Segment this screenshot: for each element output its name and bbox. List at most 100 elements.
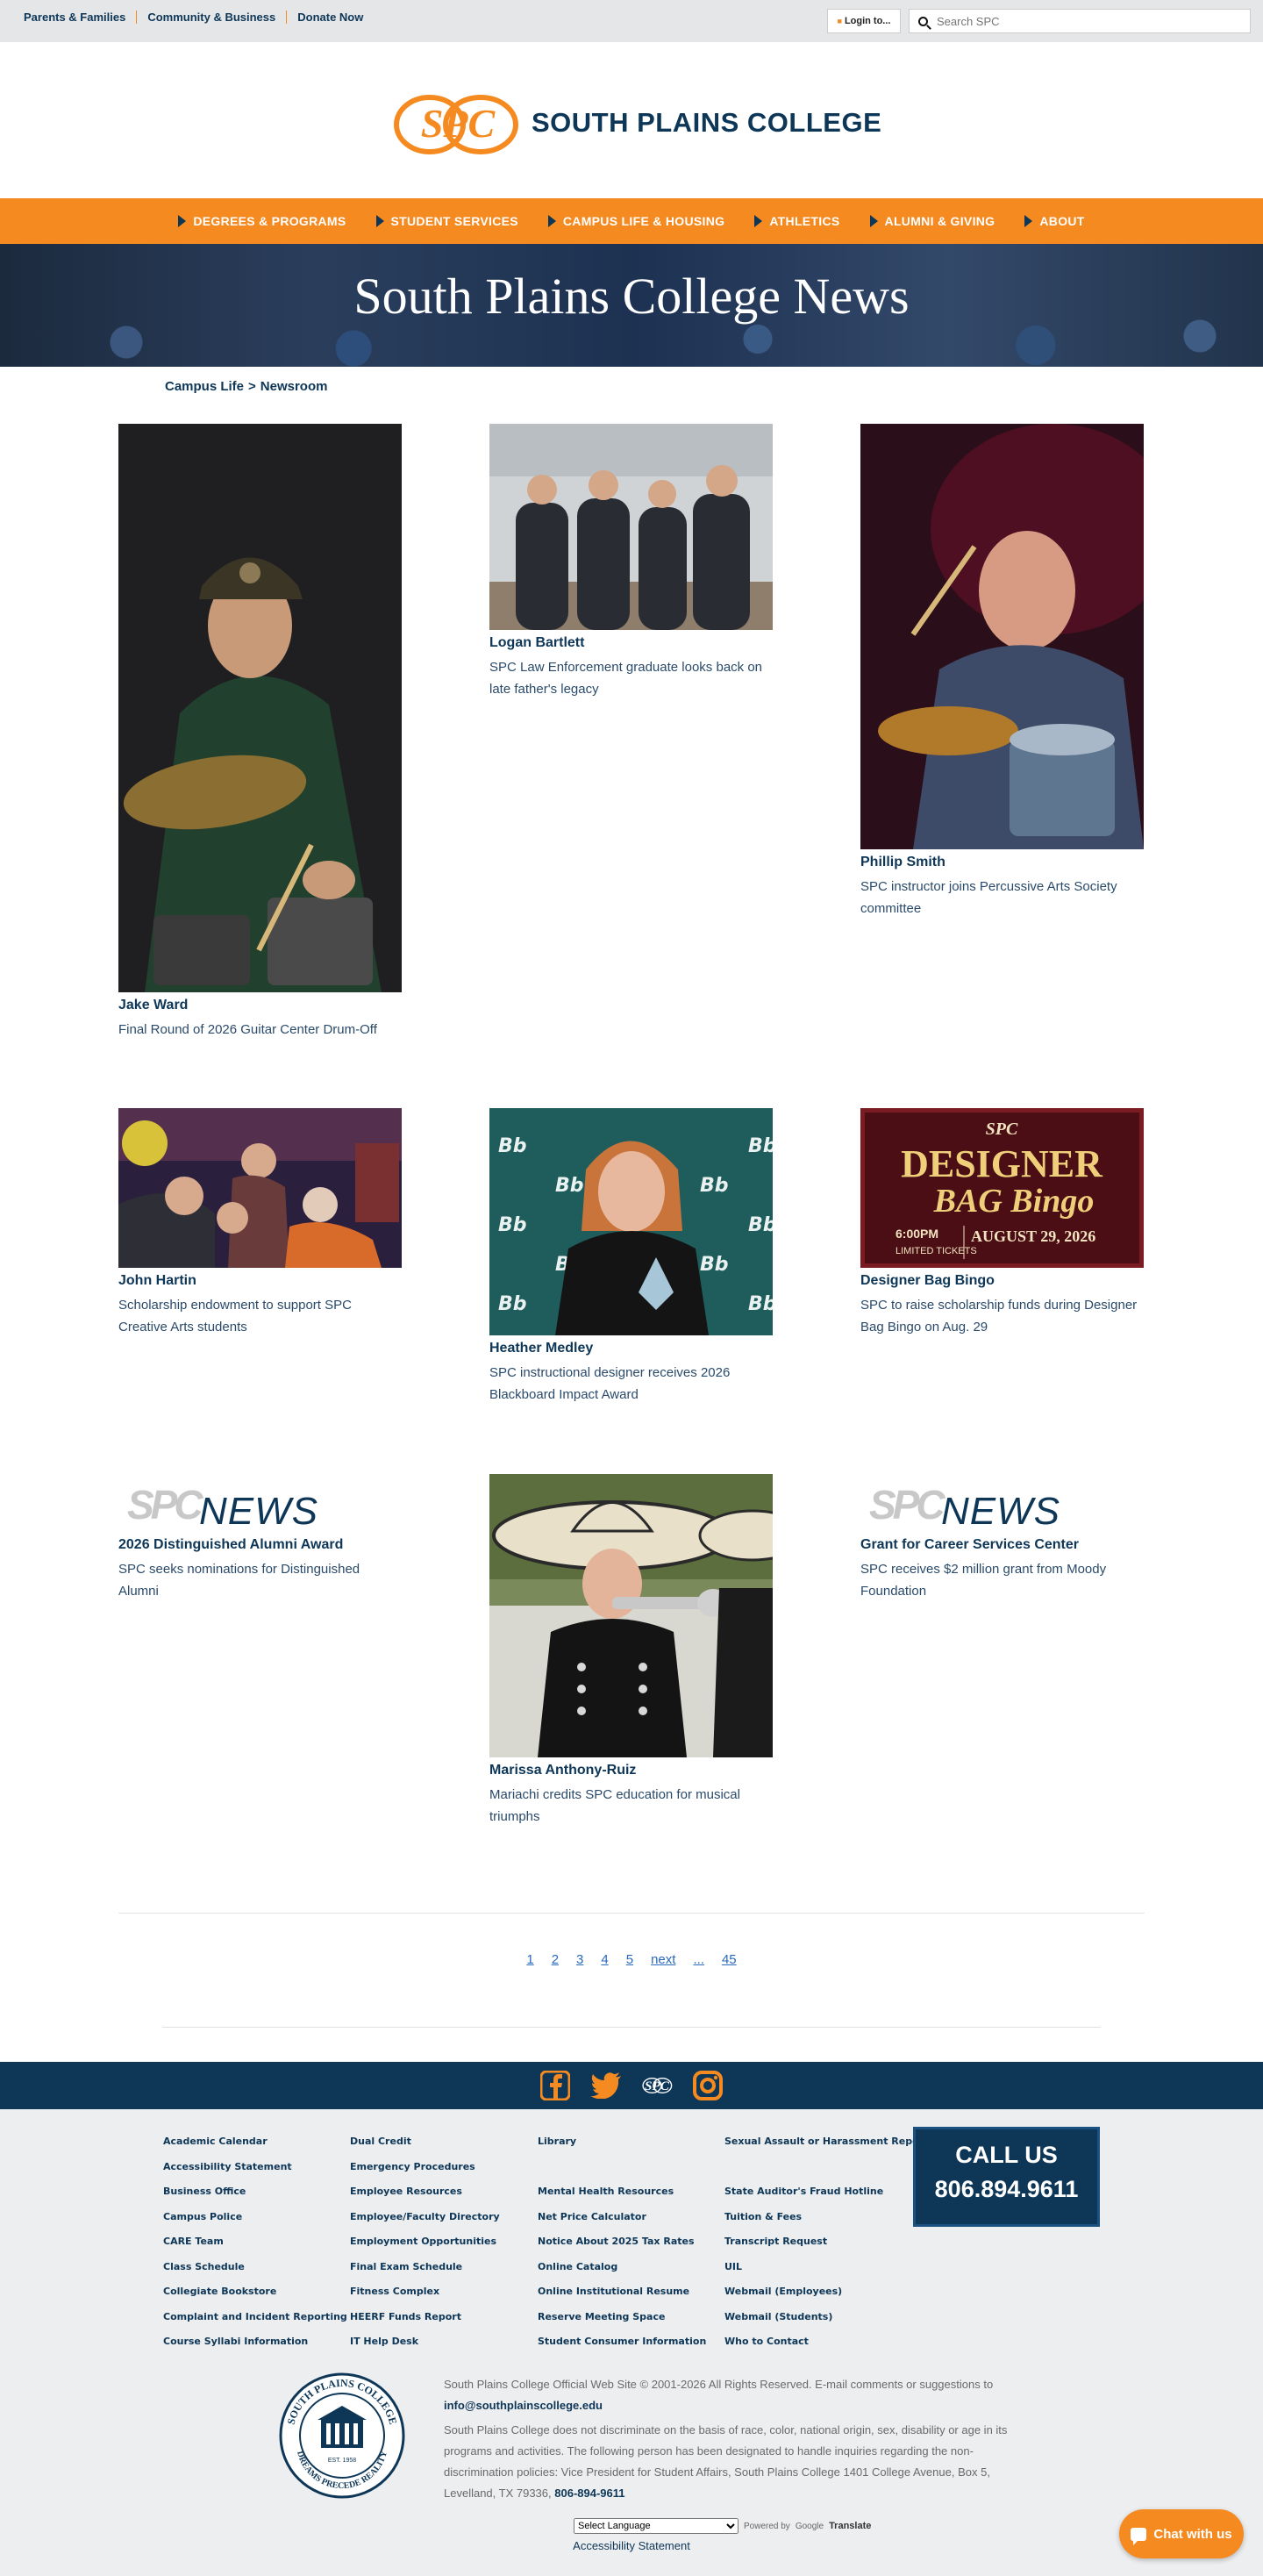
- footer-link[interactable]: Online Catalog: [538, 2255, 706, 2280]
- footer-link[interactable]: Employee Resources: [350, 2179, 500, 2205]
- footer-link[interactable]: Accessibility Statement: [163, 2155, 347, 2180]
- login-button[interactable]: ■ Login to...: [827, 9, 901, 33]
- footer-link[interactable]: Fitness Complex: [350, 2279, 500, 2305]
- call-us-number: 806.894.9611: [934, 2176, 1079, 2202]
- page-last[interactable]: 45: [722, 1952, 737, 1967]
- utility-link-community[interactable]: Community & Business: [136, 11, 286, 24]
- facebook-icon[interactable]: [539, 2070, 571, 2101]
- contact-email[interactable]: info@southplainscollege.edu: [444, 2399, 603, 2412]
- footer-link[interactable]: Webmail (Employees): [724, 2279, 945, 2305]
- twitter-icon[interactable]: [590, 2070, 622, 2101]
- site-logo[interactable]: SPC SOUTH PLAINS COLLEGE: [393, 88, 881, 158]
- news-photo[interactable]: [489, 1474, 773, 1757]
- news-title[interactable]: John Hartin: [118, 1273, 402, 1289]
- news-card[interactable]: Phillip Smith SPC instructor joins Percu…: [860, 424, 1144, 919]
- footer-link[interactable]: IT Help Desk: [350, 2329, 500, 2355]
- page-link[interactable]: 1: [526, 1952, 533, 1967]
- news-card[interactable]: Logan Bartlett SPC Law Enforcement gradu…: [489, 424, 773, 700]
- footer-link[interactable]: Business Office: [163, 2179, 347, 2205]
- news-logo[interactable]: SPC NEWS: [860, 1474, 1062, 1535]
- nav-degrees[interactable]: DEGREES & PROGRAMS: [178, 214, 346, 228]
- call-us-box[interactable]: CALL US 806.894.9611: [913, 2127, 1100, 2227]
- nav-label: DEGREES & PROGRAMS: [193, 214, 346, 228]
- footer-link[interactable]: Reserve Meeting Space: [538, 2305, 706, 2330]
- nav-about[interactable]: ABOUT: [1024, 214, 1084, 228]
- nav-campus-life[interactable]: CAMPUS LIFE & HOUSING: [547, 214, 724, 228]
- utility-link-donate[interactable]: Donate Now: [286, 11, 374, 24]
- nav-alumni[interactable]: ALUMNI & GIVING: [869, 214, 995, 228]
- footer-link[interactable]: Academic Calendar: [163, 2129, 347, 2155]
- footer-link[interactable]: Emergency Procedures: [350, 2155, 500, 2180]
- accessibility-link[interactable]: Accessibility Statement: [0, 2539, 1263, 2552]
- page-link[interactable]: 2: [552, 1952, 559, 1967]
- footer-link[interactable]: Student Consumer Information: [538, 2329, 706, 2355]
- footer-link[interactable]: Who to Contact: [724, 2329, 945, 2355]
- news-photo[interactable]: [860, 424, 1144, 849]
- google-logo: Google: [795, 2521, 824, 2531]
- footer-link[interactable]: Online Institutional Resume: [538, 2279, 706, 2305]
- page-next[interactable]: next: [651, 1952, 675, 1967]
- footer-link[interactable]: Employment Opportunities: [350, 2229, 500, 2255]
- news-title[interactable]: Grant for Career Services Center: [860, 1537, 1144, 1553]
- contact-phone[interactable]: 806-894-9611: [554, 2487, 624, 2500]
- footer-link[interactable]: Library: [538, 2129, 706, 2155]
- footer-link[interactable]: Webmail (Students): [724, 2305, 945, 2330]
- news-photo[interactable]: SPC DESIGNER BAG Bingo 6:00PM LIMITED TI…: [860, 1108, 1144, 1268]
- news-title[interactable]: Marissa Anthony-Ruiz: [489, 1763, 773, 1778]
- news-photo[interactable]: [118, 1108, 402, 1268]
- drummer-photo: [118, 424, 402, 992]
- hero-banner: South Plains College News: [0, 244, 1263, 367]
- page-link[interactable]: 5: [626, 1952, 633, 1967]
- news-photo[interactable]: [489, 424, 773, 630]
- footer-link[interactable]: CARE Team: [163, 2229, 347, 2255]
- footer-link[interactable]: Net Price Calculator: [538, 2205, 706, 2230]
- footer-link[interactable]: Employee/Faculty Directory: [350, 2205, 500, 2230]
- page-ellipsis[interactable]: ...: [693, 1952, 704, 1967]
- footer-link[interactable]: HEERF Funds Report: [350, 2305, 500, 2330]
- footer-link[interactable]: Transcript Request: [724, 2229, 945, 2255]
- news-card[interactable]: Marissa Anthony-Ruiz Mariachi credits SP…: [489, 1474, 773, 1828]
- news-title[interactable]: Phillip Smith: [860, 855, 1144, 870]
- news-card[interactable]: SPC NEWS Grant for Career Services Cente…: [860, 1474, 1144, 1602]
- news-photo[interactable]: Bb Bb Bb Bb Bb Bb Bb Bb Bb Bb: [489, 1108, 773, 1335]
- instagram-icon[interactable]: [692, 2070, 724, 2101]
- page-link[interactable]: 4: [601, 1952, 608, 1967]
- footer-link[interactable]: Course Syllabi Information: [163, 2329, 347, 2355]
- utility-links: Parents & Families Community & Business …: [24, 11, 374, 24]
- news-card[interactable]: Jake Ward Final Round of 2026 Guitar Cen…: [118, 424, 402, 1041]
- footer-link[interactable]: Notice About 2025 Tax Rates: [538, 2229, 706, 2255]
- nav-athletics[interactable]: ATHLETICS: [754, 214, 839, 228]
- spc-icon[interactable]: SPC: [641, 2070, 673, 2101]
- news-photo[interactable]: [118, 424, 402, 992]
- nav-student-services[interactable]: STUDENT SERVICES: [375, 214, 518, 228]
- footer-link[interactable]: Final Exam Schedule: [350, 2255, 500, 2280]
- news-desc: SPC receives $2 million grant from Moody…: [860, 1562, 1107, 1599]
- news-title[interactable]: Designer Bag Bingo: [860, 1273, 1144, 1289]
- news-card[interactable]: John Hartin Scholarship endowment to sup…: [118, 1108, 402, 1338]
- translate-label[interactable]: Translate: [829, 2521, 871, 2531]
- news-title[interactable]: Jake Ward: [118, 998, 402, 1013]
- news-title[interactable]: Heather Medley: [489, 1341, 773, 1356]
- page-link[interactable]: 3: [576, 1952, 583, 1967]
- footer-link[interactable]: Mental Health Resources: [538, 2179, 706, 2205]
- news-title[interactable]: 2026 Distinguished Alumni Award: [118, 1537, 402, 1553]
- chat-button[interactable]: Chat with us: [1119, 2509, 1244, 2558]
- footer-link[interactable]: Collegiate Bookstore: [163, 2279, 347, 2305]
- news-card[interactable]: Bb Bb Bb Bb Bb Bb Bb Bb Bb Bb Heather Me…: [489, 1108, 773, 1406]
- footer-link[interactable]: Campus Police: [163, 2205, 347, 2230]
- news-card[interactable]: SPC DESIGNER BAG Bingo 6:00PM LIMITED TI…: [860, 1108, 1144, 1338]
- search-input[interactable]: [937, 14, 1226, 28]
- lock-icon: ■: [837, 17, 842, 25]
- news-logo[interactable]: SPC NEWS: [118, 1474, 320, 1535]
- breadcrumb-campus-life[interactable]: Campus Life: [165, 379, 244, 394]
- news-card[interactable]: SPC NEWS 2026 Distinguished Alumni Award…: [118, 1474, 402, 1602]
- footer-link[interactable]: Class Schedule: [163, 2255, 347, 2280]
- language-select[interactable]: Select Language: [574, 2518, 739, 2534]
- search-icon[interactable]: [918, 16, 928, 26]
- footer-link[interactable]: Complaint and Incident Reporting: [163, 2305, 347, 2330]
- poster-date: AUGUST 29, 2026: [971, 1227, 1095, 1245]
- footer-link[interactable]: UIL: [724, 2255, 945, 2280]
- utility-link-parents[interactable]: Parents & Families: [24, 11, 136, 24]
- footer-link[interactable]: Dual Credit: [350, 2129, 500, 2155]
- news-title[interactable]: Logan Bartlett: [489, 635, 773, 651]
